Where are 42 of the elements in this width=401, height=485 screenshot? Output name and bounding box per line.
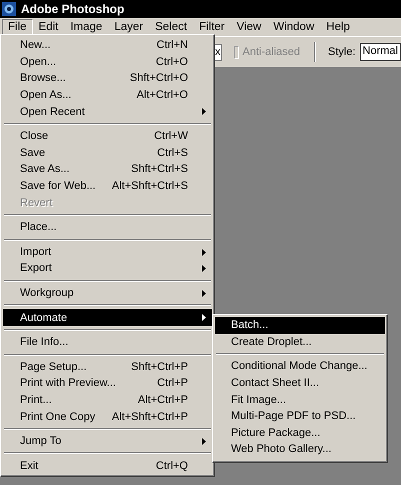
- menu-item[interactable]: Automate: [3, 309, 212, 326]
- menu-title[interactable]: Filter: [193, 19, 231, 35]
- menu-item[interactable]: Save for Web... Alt+Shft+Ctrl+S: [3, 178, 212, 194]
- menu-item[interactable]: Open Recent: [3, 103, 212, 120]
- menu-item[interactable]: Web Photo Gallery...: [215, 441, 385, 458]
- menu-title[interactable]: Window: [267, 19, 320, 35]
- menu-item[interactable]: Save Ctrl+S: [3, 144, 212, 162]
- menu-item[interactable]: Conditional Mode Change...: [215, 358, 385, 375]
- menu-item[interactable]: Create Droplet...: [215, 334, 385, 350]
- menu-item[interactable]: Browse... Shft+Ctrl+O: [3, 70, 212, 87]
- menu-title[interactable]: View: [230, 19, 268, 35]
- menu-item[interactable]: Page Setup... Shft+Ctrl+P: [3, 358, 212, 376]
- menu-item[interactable]: New... Ctrl+N: [3, 37, 212, 54]
- menu-title[interactable]: Help: [320, 19, 356, 35]
- menu-title[interactable]: Edit: [32, 19, 64, 35]
- menu-item[interactable]: Open As... Alt+Ctrl+O: [3, 86, 212, 104]
- menu-item[interactable]: Fit Image...: [215, 391, 385, 408]
- menu-item[interactable]: Jump To: [3, 432, 212, 450]
- menu-item[interactable]: Import: [3, 244, 212, 260]
- menu-item[interactable]: Contact Sheet II...: [215, 374, 385, 392]
- menu-title[interactable]: Select: [149, 19, 194, 35]
- menu-item[interactable]: Export: [3, 260, 212, 277]
- menu-item[interactable]: Save As... Shft+Ctrl+S: [3, 161, 212, 178]
- menu-item[interactable]: Multi-Page PDF to PSD...: [215, 408, 385, 425]
- menu-item[interactable]: Batch...: [215, 317, 385, 334]
- menu-title[interactable]: Image: [64, 19, 108, 35]
- menu-item[interactable]: Open... Ctrl+O: [3, 54, 212, 70]
- menu-item[interactable]: File Info...: [3, 334, 212, 350]
- menu-item[interactable]: Picture Package...: [215, 424, 385, 442]
- menu-item[interactable]: Exit Ctrl+Q: [3, 457, 212, 474]
- style-label: Style:: [328, 46, 356, 58]
- menu-item[interactable]: Print with Preview... Ctrl+P: [3, 375, 212, 392]
- menu-item[interactable]: Workgroup: [3, 284, 212, 302]
- eye-icon: [2, 2, 16, 16]
- menu-title[interactable]: Layer: [108, 19, 150, 35]
- menu-item[interactable]: Print One Copy Alt+Shft+Ctrl+P: [3, 408, 212, 425]
- menu-item[interactable]: Close Ctrl+W: [3, 128, 212, 145]
- menu-item[interactable]: Print... Alt+Ctrl+P: [3, 392, 212, 408]
- style-dropdown[interactable]: Normal: [360, 43, 401, 61]
- checkbox-label: Anti-aliased: [242, 46, 300, 58]
- menu-item[interactable]: Place...: [3, 218, 212, 236]
- window-title: Adobe Photoshop: [21, 2, 124, 16]
